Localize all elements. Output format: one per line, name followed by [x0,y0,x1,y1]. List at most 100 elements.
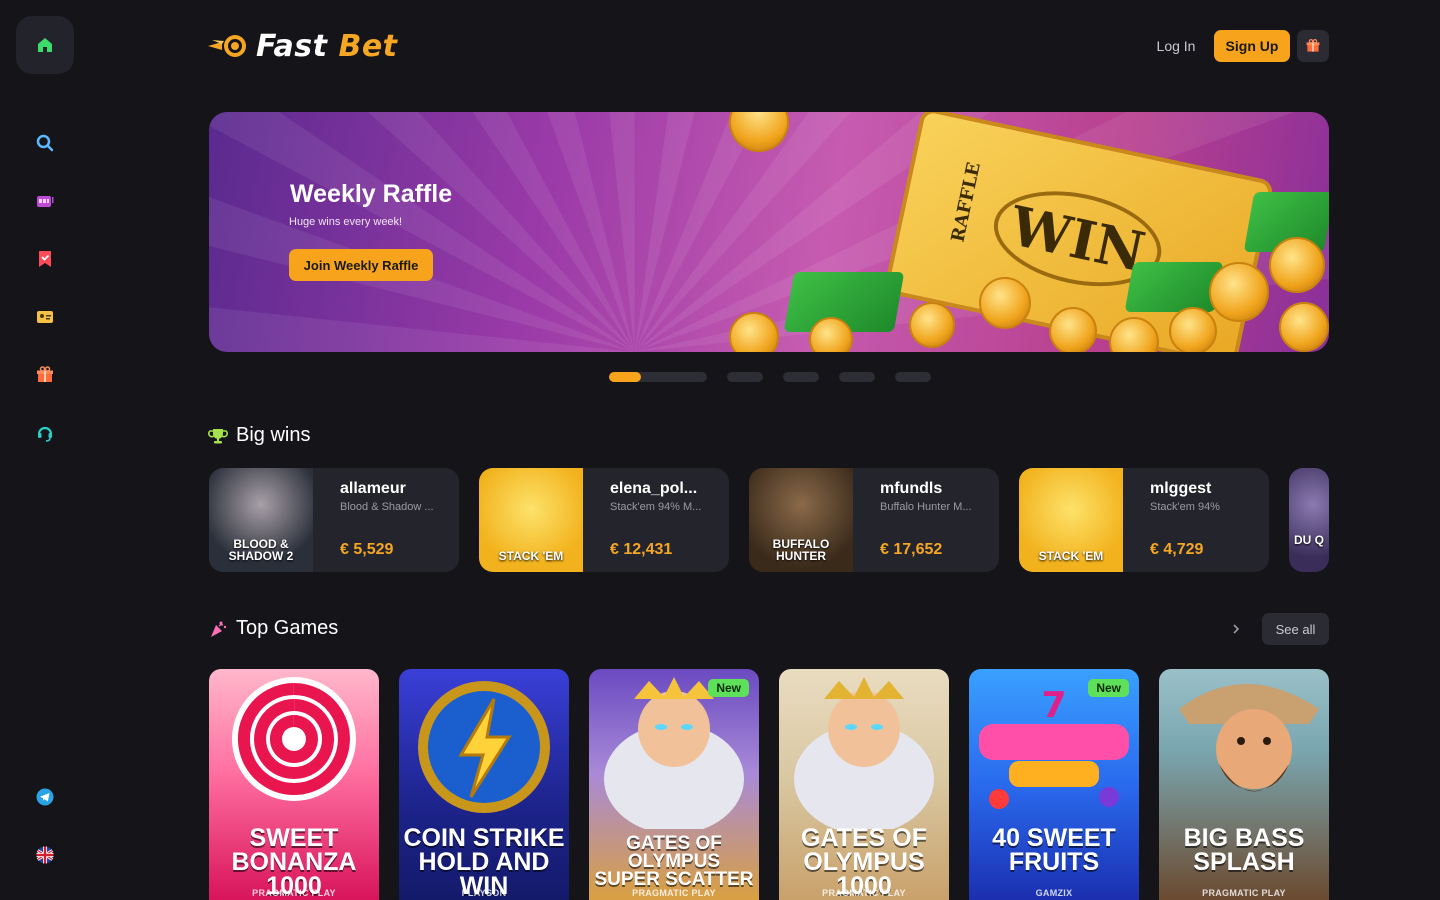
win-amount: € 12,431 [610,541,673,558]
new-badge: New [1088,679,1129,697]
top-games-next[interactable] [1226,619,1246,639]
coin [1169,307,1217,352]
support-icon [37,426,53,442]
win-game-thumbnail: STACK 'EM [479,468,583,572]
win-game-thumbnail: BLOOD & SHADOW 2 [209,468,313,572]
sidebar-item-promotions[interactable] [30,360,60,390]
coin [909,302,955,348]
logo-text: Fast Bet [256,29,398,64]
coin [1269,237,1325,293]
game-tile[interactable]: GATES OF OLYMPUS 1000 PRAGMATIC PLAY [779,669,949,900]
game-art [1179,684,1319,792]
carousel-indicators [609,372,931,384]
top-games-title: Top Games [236,617,339,639]
game-title: BIG BASS SPLASH [1183,824,1305,876]
game-art [418,681,550,813]
sidebar-item-language[interactable] [30,840,60,870]
join-weekly-raffle-button[interactable]: Join Weekly Raffle [289,249,433,281]
game-art [232,677,356,801]
game-tile[interactable]: BIG BASS SPLASH PRAGMATIC PLAY [1159,669,1329,900]
sidebar-item-live-casino[interactable] [30,302,60,332]
ticket-raffle-text: RAFFLE [947,160,985,245]
big-win-card-partial[interactable]: DU Q [1289,468,1329,572]
big-wins-heading: Big wins [208,424,310,447]
bookmark-icon [39,251,51,267]
chevron-right-icon [1233,624,1240,634]
game-title: 40 SWEET FRUITS [992,824,1116,876]
svg-text:7: 7 [1041,685,1066,726]
win-game-name: Stack'em 94% [1150,501,1220,513]
promo-banner[interactable]: RAFFLE WIN Weekly Raffle Huge wins every… [209,112,1329,352]
banner-title: Weekly Raffle [290,180,453,208]
coin [1279,302,1329,352]
login-button[interactable]: Log In [1146,30,1206,62]
signup-button[interactable]: Sign Up [1214,30,1290,62]
win-game-name: Buffalo Hunter M... [880,501,972,513]
search-icon [36,134,54,152]
sidebar-item-support[interactable] [30,418,60,448]
banner-subtitle: Huge wins every week! [289,216,403,228]
game-art [794,677,934,829]
sidebar-item-home[interactable] [16,16,74,74]
win-amount: € 4,729 [1150,541,1204,558]
see-all-button[interactable]: See all [1262,613,1329,645]
game-provider: GAMZIX [1035,888,1073,898]
carousel-dot-active[interactable] [609,372,707,382]
win-thumb-label: BLOOD & SHADOW 2 [228,537,294,563]
win-thumb-label: STACK 'EM [498,549,564,563]
uk-flag-icon [36,846,54,864]
carousel-dot[interactable] [839,372,875,382]
carousel-dot[interactable] [783,372,819,382]
game-provider: PRAGMATIC PLAY [1202,888,1286,898]
game-provider: PLAYSON [461,888,507,898]
trophy-icon [208,428,228,443]
top-games-heading: Top Games [208,617,338,640]
big-win-card[interactable]: BUFFALO HUNTER mfundls Buffalo Hunter M.… [749,468,999,572]
win-game-name: Blood & Shadow ... [340,501,434,513]
game-tile[interactable]: SWEET BONANZA 1000 PRAGMATIC PLAY [209,669,379,900]
big-win-card[interactable]: STACK 'EM elena_pol... Stack'em 94% M...… [479,468,729,572]
header-gift-button[interactable] [1297,30,1329,62]
win-game-thumbnail: DU Q [1289,468,1329,572]
win-username: mlggest [1150,480,1212,497]
win-amount: € 17,652 [880,541,943,558]
win-game-thumbnail: BUFFALO HUNTER [749,468,853,572]
fastbet-logo-icon [208,35,246,57]
new-badge: New [708,679,749,697]
sidebar-item-slots[interactable] [30,186,60,216]
win-game-name: Stack'em 94% M... [610,501,702,513]
home-icon [38,38,52,52]
game-title: GATES OF OLYMPUS SUPER SCATTER [594,833,754,891]
party-popper-icon [211,621,227,637]
gift-icon [37,366,53,382]
win-username: elena_pol... [610,480,698,497]
coin [1049,307,1097,352]
big-wins-title: Big wins [236,424,311,446]
logo-fast: Fast [256,28,328,64]
win-thumb-label: BUFFALO HUNTER [772,537,830,563]
game-tile[interactable]: 7 New 40 SWEET FRUITS GAMZIX [969,669,1139,900]
win-username: mfundls [880,480,943,497]
gift-icon [1306,39,1320,52]
sidebar [0,0,90,900]
game-tile[interactable]: COIN STRIKE HOLD AND WIN PLAYSON [399,669,569,900]
win-game-thumbnail: STACK 'EM [1019,468,1123,572]
sidebar-item-search[interactable] [30,128,60,158]
game-tile[interactable]: New GATES OF OLYMPUS SUPER SCATTER PRAGM… [589,669,759,900]
carousel-dot[interactable] [895,372,931,382]
game-provider: PRAGMATIC PLAY [252,888,336,898]
coin [979,277,1031,329]
big-win-card[interactable]: BLOOD & SHADOW 2 allameur Blood & Shadow… [209,468,459,572]
logo-bet: Bet [338,28,398,64]
slot-machine-icon [37,196,54,207]
sidebar-item-favorites[interactable] [30,244,60,274]
coin [1209,262,1269,322]
game-provider: PRAGMATIC PLAY [632,888,716,898]
win-username: allameur [340,480,406,497]
big-win-card[interactable]: STACK 'EM mlggest Stack'em 94% € 4,729 [1019,468,1269,572]
logo[interactable]: Fast Bet [208,28,398,64]
sidebar-item-telegram[interactable] [30,782,60,812]
carousel-dot[interactable] [727,372,763,382]
win-thumb-label: DU Q [1294,533,1324,547]
win-amount: € 5,529 [340,541,394,558]
